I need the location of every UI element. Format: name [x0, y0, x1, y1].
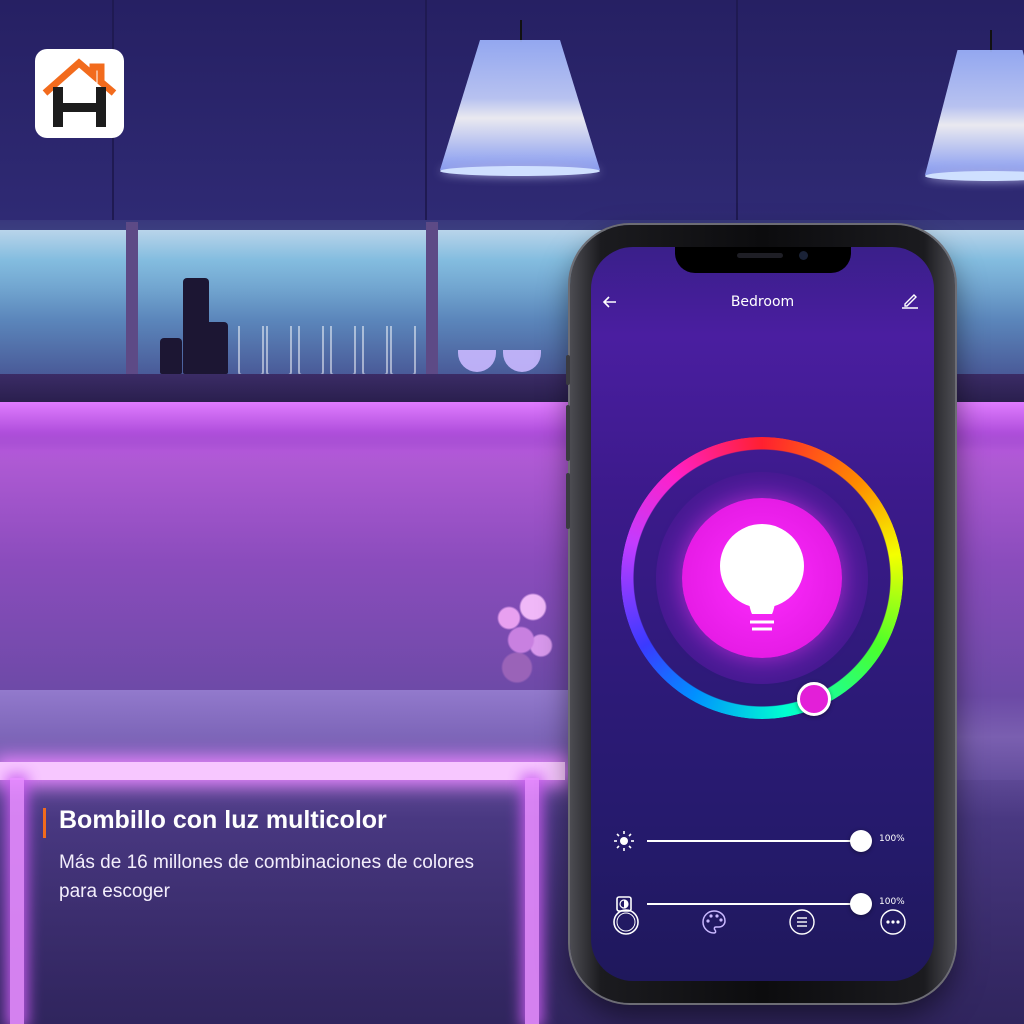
edit-icon	[902, 294, 918, 309]
pendant-lamp	[440, 20, 600, 176]
counter-light	[0, 762, 565, 780]
list-icon	[789, 909, 815, 935]
house-logo-icon	[42, 58, 117, 127]
nav-list[interactable]	[787, 907, 817, 937]
edit-button[interactable]	[898, 289, 926, 317]
brightness-thumb[interactable]	[850, 830, 872, 852]
temperature-value: 100%	[879, 897, 905, 907]
light-bulb-icon	[720, 524, 804, 631]
smartphone: Bedroom 100% 100%	[566, 225, 955, 1003]
caption-subtitle: Más de 16 millones de combinaciones de c…	[59, 852, 475, 902]
brand-logo	[35, 49, 124, 138]
bulb-preview[interactable]	[682, 498, 842, 658]
bottom-navigation	[591, 907, 934, 943]
caption-title: Bombillo con luz multicolor	[59, 806, 387, 834]
brightness-value: 100%	[879, 834, 905, 844]
palette-icon	[702, 910, 726, 934]
pendant-lamp	[925, 30, 1024, 181]
brightness-slider[interactable]: 100%	[591, 827, 934, 855]
accent-bar	[43, 808, 46, 838]
color-picker-knob[interactable]	[797, 682, 831, 716]
brightness-track[interactable]	[647, 830, 872, 852]
nav-power[interactable]	[611, 907, 641, 937]
app-screen: Bedroom 100% 100%	[591, 247, 934, 981]
sun-icon	[613, 830, 635, 852]
counter	[0, 690, 600, 760]
room-title: Bedroom	[730, 294, 795, 310]
nav-scenes[interactable]	[699, 907, 729, 937]
flower-vase	[485, 585, 565, 695]
front-camera	[799, 251, 808, 260]
nav-more[interactable]	[878, 907, 908, 937]
color-wheel[interactable]	[621, 437, 903, 719]
app-header: Bedroom	[591, 289, 934, 319]
notch	[675, 247, 851, 273]
more-icon	[880, 909, 906, 935]
power-ring-icon	[613, 909, 639, 935]
temperature-track[interactable]	[647, 893, 872, 915]
